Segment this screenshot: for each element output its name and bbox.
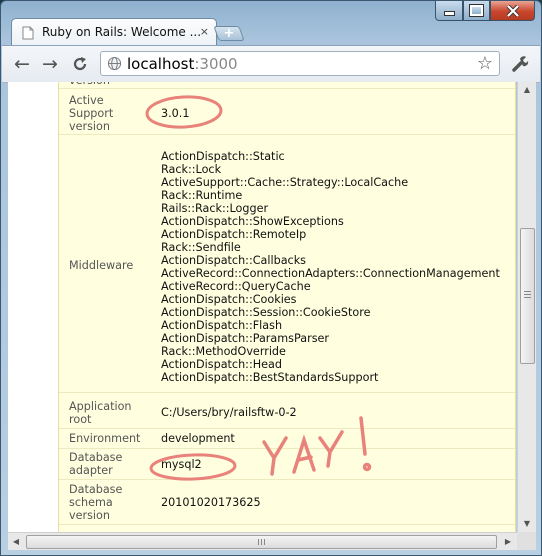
url-port: :3000 [194, 55, 238, 73]
minimize-icon [443, 11, 455, 16]
row-label-database-adapter: Database adapter [69, 451, 123, 477]
environment-table: version Active Support version 3.0.1 Mid… [58, 82, 516, 532]
horizontal-scrollbar[interactable]: ◀ ▶ [8, 532, 517, 550]
browser-toolbar: ← → localhost:3000 ☆ [2, 45, 540, 83]
scroll-down-arrow-icon[interactable]: ▼ [518, 516, 536, 532]
row-divider [59, 392, 515, 393]
middleware-item: ActiveRecord::ConnectionAdapters::Connec… [161, 267, 500, 280]
middleware-item: ActiveSupport::Cache::Strategy::LocalCac… [161, 176, 409, 189]
row-divider [59, 479, 515, 480]
middleware-item: ActionDispatch::Head [161, 358, 282, 371]
row-label-application-root: Application root [69, 400, 132, 426]
row-value-active-support: 3.0.1 [161, 107, 190, 120]
url-text: localhost:3000 [127, 55, 238, 73]
bookmark-star-icon[interactable]: ☆ [477, 53, 493, 74]
scroll-up-arrow-icon[interactable]: ▲ [518, 82, 536, 98]
row-divider [59, 134, 515, 135]
window-controls [435, 1, 535, 21]
page-icon [22, 26, 34, 40]
horizontal-scroll-thumb[interactable] [26, 535, 497, 549]
scroll-right-arrow-icon[interactable]: ▶ [500, 533, 516, 550]
middleware-item: Rails::Rack::Logger [161, 202, 269, 215]
page-content[interactable]: version Active Support version 3.0.1 Mid… [8, 82, 516, 532]
middleware-item: ActionDispatch::BestStandardsSupport [161, 371, 379, 384]
middleware-item: ActionDispatch::ShowExceptions [161, 215, 344, 228]
row-label-environment: Environment [69, 432, 141, 445]
grip-line [258, 539, 259, 545]
row-value-database-schema: 20101020173625 [161, 496, 261, 509]
new-tab-button[interactable]: + [213, 26, 245, 41]
middleware-item: Rack::Lock [161, 163, 222, 176]
row-value-database-adapter: mysql2 [161, 458, 202, 471]
row-divider [59, 428, 515, 429]
middleware-item: ActionDispatch::Cookies [161, 293, 297, 306]
row-divider [59, 448, 515, 449]
scrollbar-corner [517, 532, 536, 550]
grip-line [524, 294, 531, 295]
row-label-database-schema: Database schema version [69, 483, 123, 522]
browser-tab[interactable]: Ruby on Rails: Welcome ... × [11, 18, 217, 46]
row-label-active-support: Active Support version [69, 94, 114, 133]
maximize-icon [469, 4, 484, 17]
row-value-environment: development [161, 432, 235, 445]
middleware-item: ActionDispatch::Static [161, 150, 285, 163]
browser-window: Ruby on Rails: Welcome ... × + ← → local… [0, 0, 542, 556]
globe-icon [107, 56, 122, 71]
grip-line [264, 539, 265, 545]
cut-off-label: version [69, 82, 149, 87]
middleware-item: Rack::Runtime [161, 189, 243, 202]
plus-icon: + [223, 26, 235, 41]
middleware-item: ActionDispatch::Callbacks [161, 254, 307, 267]
wrench-icon[interactable] [510, 54, 530, 74]
close-window-button[interactable] [490, 1, 535, 21]
grip-line [524, 291, 531, 292]
row-label-middleware: Middleware [69, 259, 134, 272]
middleware-item: Rack::Sendfile [161, 241, 241, 254]
back-arrow-icon[interactable]: ← [14, 55, 30, 74]
middleware-item: ActionDispatch::Session::CookieStore [161, 306, 371, 319]
vertical-scrollbar[interactable]: ▲ ▼ [517, 82, 536, 532]
middleware-item: ActiveRecord::QueryCache [161, 280, 311, 293]
row-divider [59, 524, 515, 525]
middleware-item: ActionDispatch::ParamsParser [161, 332, 330, 345]
middleware-item: Rack::MethodOverride [161, 345, 286, 358]
scroll-left-arrow-icon[interactable]: ◀ [8, 533, 24, 550]
url-host: localhost [127, 55, 195, 73]
close-icon [506, 4, 519, 17]
row-value-application-root: C:/Users/bry/railsftw-0-2 [161, 406, 297, 419]
grip-line [524, 297, 531, 298]
vertical-scroll-thumb[interactable] [520, 228, 535, 364]
middleware-item: ActionDispatch::RemoteIp [161, 228, 307, 241]
middleware-list: ActionDispatch::Static Rack::Lock Active… [161, 150, 500, 384]
tab-title: Ruby on Rails: Welcome ... [42, 25, 202, 39]
reload-icon[interactable] [71, 55, 89, 73]
maximize-button[interactable] [463, 1, 490, 21]
minimize-button[interactable] [435, 1, 463, 21]
grip-line [261, 539, 262, 545]
tab-close-icon[interactable]: × [200, 25, 209, 38]
row-divider [59, 88, 515, 89]
forward-arrow-icon[interactable]: → [42, 55, 58, 74]
address-bar[interactable]: localhost:3000 ☆ [100, 51, 500, 76]
middleware-item: ActionDispatch::Flash [161, 319, 283, 332]
